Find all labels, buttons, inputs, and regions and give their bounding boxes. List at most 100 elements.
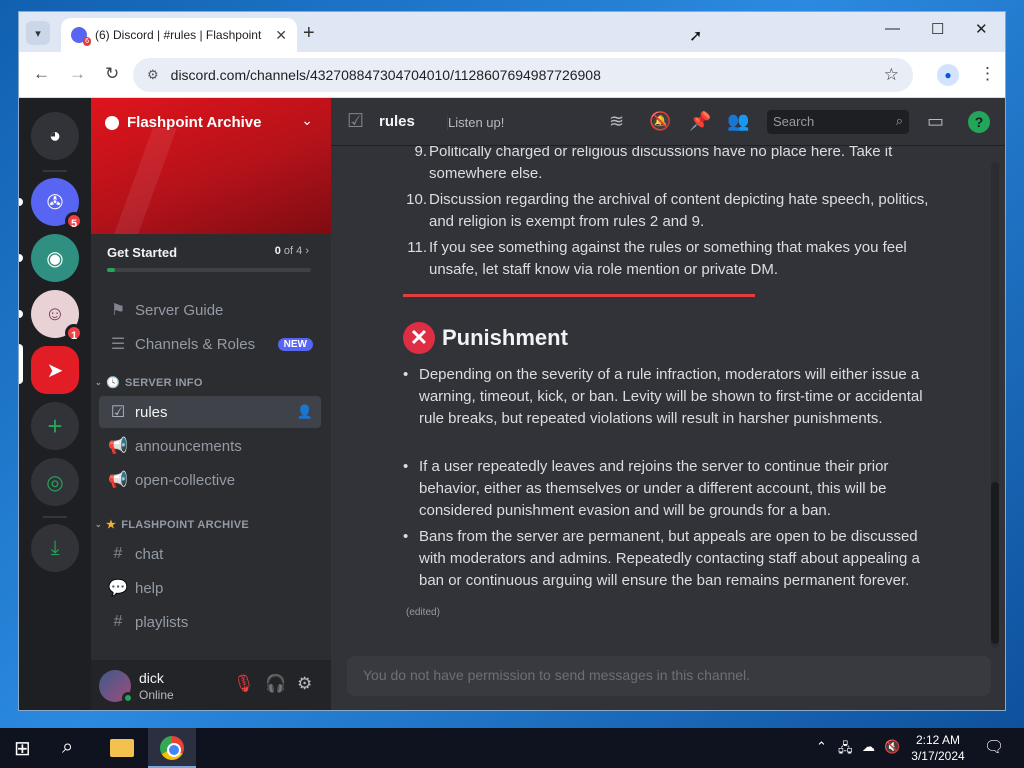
hash-icon: # — [113, 545, 123, 562]
site-info-icon[interactable]: ⚙ — [147, 67, 159, 83]
channels-roles-item[interactable]: ☰ Channels & Roles NEW — [99, 328, 321, 360]
maximize-button[interactable]: ☐ — [931, 20, 944, 38]
channel-help[interactable]: 💬 help — [99, 572, 321, 604]
minimize-button[interactable]: — — [885, 20, 900, 37]
clock-date: 3/17/2024 — [911, 749, 965, 763]
channel-view: ☑ rules Listen up! ≋ 🔕 📌 👥 Search ⌕ ▭ ? … — [331, 98, 1005, 710]
file-explorer-icon[interactable] — [110, 739, 134, 757]
pin-icon[interactable]: 📌 — [689, 111, 711, 132]
network-icon[interactable]: 🖧 — [838, 739, 853, 761]
channel-announcements[interactable]: 📢 announcements — [99, 430, 321, 462]
chrome-icon[interactable] — [160, 736, 184, 760]
new-tab-button[interactable]: + — [303, 22, 315, 45]
mic-muted-icon[interactable]: 🎙 — [233, 674, 255, 694]
category-label: SERVER INFO — [125, 376, 203, 389]
member-list-icon[interactable]: 👥 — [727, 111, 749, 132]
discord-app: ◕ ✇ 5 ◉ ☺ 1 ➤ + ◎ ⤓ Flashpoint Archive ⌄… — [19, 98, 1005, 710]
megaphone-icon: 📢 — [108, 438, 128, 455]
search-placeholder: Search — [773, 114, 815, 129]
mouse-cursor-icon: ➚ — [689, 28, 703, 45]
rule-number: 9. — [414, 146, 427, 160]
bookmark-star-icon[interactable]: ☆ — [884, 65, 899, 85]
progress-fill — [107, 268, 116, 272]
add-server-icon[interactable]: + — [31, 402, 79, 450]
browser-tab[interactable]: 6 (6) Discord | #rules | Flashpoint ✕ — [61, 18, 297, 52]
server-name: Flashpoint Archive — [127, 114, 262, 131]
bullet-dot: • — [403, 458, 409, 475]
channel-header: ☑ rules Listen up! ≋ 🔕 📌 👥 Search ⌕ ▭ ? — [331, 98, 1005, 146]
inbox-icon[interactable]: ▭ — [927, 111, 944, 132]
channel-title: rules — [379, 113, 415, 130]
unread-pill — [19, 310, 23, 318]
tray-chevron-icon[interactable]: ⌃ — [816, 739, 827, 755]
megaphone-icon: 📢 — [108, 472, 128, 489]
search-input[interactable]: Search ⌕ — [767, 110, 909, 134]
browser-menu-icon[interactable]: ⋮ — [979, 64, 996, 84]
channel-rules[interactable]: ☑ rules 👤 — [99, 396, 321, 428]
notification-off-icon[interactable]: 🔕 — [649, 111, 671, 132]
forward-arrow-icon[interactable]: → — [69, 64, 86, 84]
cross-mark-icon: ✕ — [403, 322, 435, 354]
selected-server-pill — [19, 344, 23, 384]
server-banner[interactable]: Flashpoint Archive ⌄ — [91, 98, 331, 234]
back-arrow-icon[interactable]: ← — [33, 64, 50, 84]
threads-icon[interactable]: ≋ — [609, 111, 624, 132]
tab-search-button[interactable]: ▾ — [26, 21, 50, 45]
favicon-badge: 6 — [83, 37, 91, 46]
message-input-disabled: You do not have permission to send messa… — [347, 656, 991, 696]
channels-roles-label: Channels & Roles — [135, 335, 256, 353]
settings-gear-icon[interactable]: ⚙ — [297, 674, 312, 694]
bullet-text: Bans from the server are permanent, but … — [419, 528, 920, 589]
address-bar[interactable]: ⚙ discord.com/channels/43270884730470401… — [133, 58, 913, 92]
taskbar-clock[interactable]: 2:12 AM 3/17/2024 — [906, 732, 970, 764]
server-icon-avatar[interactable]: ☺ 1 — [31, 290, 83, 342]
close-window-button[interactable]: ✕ — [975, 20, 988, 38]
explore-compass-icon[interactable]: ◎ — [31, 458, 79, 506]
bullet-item: • Bans from the server are permanent, bu… — [403, 526, 943, 592]
unread-pill — [19, 198, 23, 206]
channel-topic[interactable]: Listen up! — [447, 115, 504, 130]
server-icon-flashpoint[interactable]: ➤ — [31, 346, 79, 394]
server-guide-item[interactable]: ⚑ Server Guide — [99, 294, 321, 326]
collapse-arrow-icon: ⌄ — [95, 378, 103, 387]
onedrive-icon[interactable]: ☁ — [862, 739, 875, 755]
server-icon-film[interactable]: ✇ 5 — [31, 178, 83, 230]
server-name-header[interactable]: Flashpoint Archive — [105, 114, 261, 131]
category-flashpoint-archive[interactable]: ⌄ ★ FLASHPOINT ARCHIVE — [95, 518, 249, 532]
progress-of: of — [283, 245, 294, 257]
invite-user-icon[interactable]: 👤 — [297, 404, 313, 420]
rule-item: 10. Discussion regarding the archival of… — [399, 189, 929, 233]
channel-playlists[interactable]: # playlists — [99, 606, 321, 638]
scrollbar-thumb[interactable] — [991, 482, 999, 644]
user-status: Online — [139, 688, 174, 702]
channel-open-collective[interactable]: 📢 open-collective — [99, 464, 321, 496]
tab-close-icon[interactable]: ✕ — [275, 27, 287, 44]
channel-label: announcements — [135, 437, 242, 455]
channel-label: playlists — [135, 613, 189, 631]
volume-muted-icon[interactable]: 🔇 — [884, 739, 900, 755]
server-icon-scene[interactable]: ◉ — [31, 234, 79, 282]
notifications-icon[interactable]: 🗨 — [984, 737, 1004, 757]
category-server-info[interactable]: ⌄ 🕓 SERVER INFO — [95, 376, 203, 390]
help-icon[interactable]: ? — [968, 111, 990, 133]
unread-pill — [19, 254, 23, 262]
headphones-icon[interactable]: 🎧 — [265, 674, 286, 694]
channel-label: help — [135, 579, 164, 597]
download-apps-icon[interactable]: ⤓ — [31, 524, 79, 572]
search-icon[interactable]: ⌕ — [62, 736, 73, 759]
bullet-item: • If a user repeatedly leaves and rejoin… — [403, 456, 943, 522]
discord-home-icon[interactable]: ◕ — [31, 112, 79, 160]
rule-item: 9. Politically charged or religious disc… — [399, 146, 929, 185]
progress-done: 0 — [274, 245, 281, 257]
reload-icon[interactable]: ↻ — [105, 64, 119, 84]
windows-start-icon[interactable]: ⊞ — [14, 736, 31, 761]
chevron-down-icon[interactable]: ⌄ — [301, 112, 313, 129]
signpost-icon: ⚑ — [110, 302, 126, 319]
message-area: 9. Politically charged or religious disc… — [331, 146, 991, 656]
rules-checkbox-icon: ☑ — [110, 404, 126, 421]
collapse-arrow-icon: ⌄ — [95, 520, 103, 529]
channel-chat[interactable]: # chat — [99, 538, 321, 570]
get-started-progress[interactable]: Get Started 0 of 4 › — [91, 234, 331, 282]
username: dick — [139, 670, 164, 686]
profile-icon[interactable]: ● — [937, 64, 959, 86]
